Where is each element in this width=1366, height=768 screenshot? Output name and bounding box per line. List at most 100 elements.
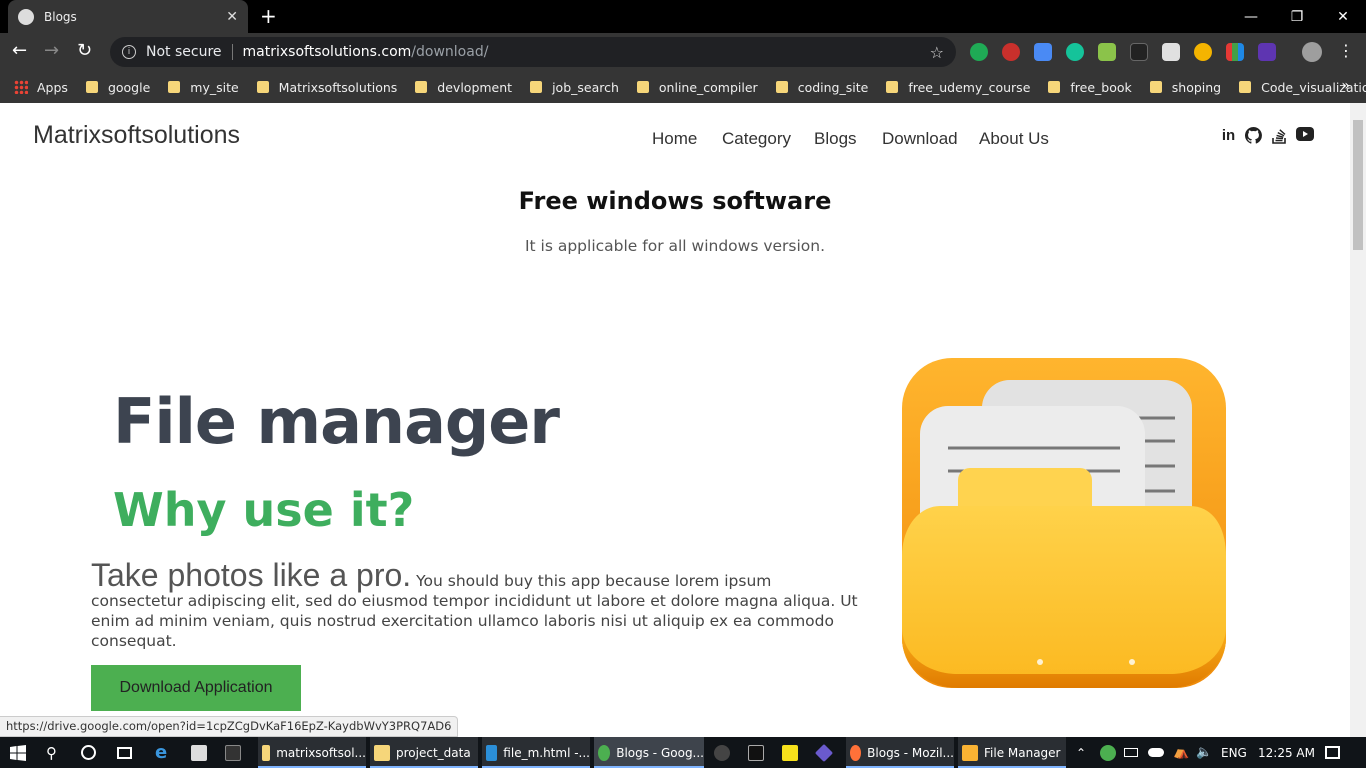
file-manager-app-icon (900, 356, 1228, 694)
taskbar-app-chrome[interactable]: Blogs - Goog... (594, 737, 704, 768)
wifi-icon[interactable]: ⛺ (1173, 737, 1189, 768)
restore-icon[interactable]: ❐ (1274, 0, 1320, 33)
terminal-icon[interactable] (225, 737, 247, 768)
bookmark-item[interactable]: devlopment (415, 80, 512, 95)
apps-grid-icon (14, 80, 28, 94)
action-center-icon[interactable] (1325, 737, 1340, 768)
cortana-icon[interactable] (81, 737, 96, 768)
taskbar-app-file-manager[interactable]: File Manager (958, 737, 1066, 768)
folder-icon (530, 81, 543, 93)
mail-app-icon[interactable] (191, 737, 213, 768)
task-view-icon[interactable] (117, 737, 132, 768)
linkedin-icon[interactable]: in (1220, 127, 1237, 144)
bookmark-item[interactable]: free_udemy_course (886, 80, 1030, 95)
bookmark-apps[interactable]: Apps (14, 80, 68, 95)
sticky-notes-icon[interactable] (782, 737, 804, 768)
bookmark-item[interactable]: free_book (1048, 79, 1132, 95)
start-button[interactable] (10, 737, 26, 768)
stackoverflow-icon[interactable] (1271, 127, 1288, 144)
cmd-icon[interactable] (748, 737, 770, 768)
nav-home[interactable]: Home (652, 129, 697, 149)
folder-icon (886, 81, 899, 93)
bookmark-label: shoping (1171, 79, 1222, 95)
taskbar-app-firefox[interactable]: Blogs - Mozil... (846, 737, 954, 768)
extension-translate-icon[interactable] (1034, 43, 1052, 61)
bookmark-item[interactable]: Matrixsoftsolutions (256, 80, 397, 95)
why-heading: Why use it? (113, 483, 415, 537)
forward-icon[interactable]: → (44, 41, 59, 61)
section-title: Free windows software (518, 187, 832, 215)
tray-chrome-icon[interactable] (1100, 737, 1122, 768)
security-label: Not secure (146, 44, 222, 60)
menu-kebab-icon[interactable]: ⋮ (1338, 41, 1354, 61)
github-icon[interactable] (1244, 127, 1262, 144)
maps-icon[interactable] (714, 737, 736, 768)
browser-tab-blogs[interactable]: Blogs ✕ (8, 0, 248, 33)
edge-icon[interactable]: e (155, 737, 167, 768)
bookmark-item[interactable]: google (85, 80, 150, 95)
download-application-button[interactable]: Download Application (91, 665, 301, 711)
firefox-icon (850, 744, 862, 761)
taskbar-app-explorer-1[interactable]: matrixsoftsol... (258, 737, 366, 768)
vscode-icon (486, 744, 498, 761)
battery-icon[interactable] (1124, 737, 1138, 768)
reload-icon[interactable]: ↻ (77, 41, 92, 61)
nav-blogs[interactable]: Blogs (814, 129, 857, 149)
bookmark-item[interactable]: coding_site (775, 80, 868, 95)
extension-speed-icon[interactable] (1194, 43, 1212, 61)
tray-overflow-icon[interactable]: ⌃ (1076, 737, 1086, 768)
window-close-icon[interactable]: ✕ (1320, 0, 1366, 33)
extension-box-icon[interactable] (1130, 43, 1148, 61)
extension-grammarly-icon[interactable] (1066, 43, 1084, 61)
bookmark-label: devlopment (437, 79, 513, 95)
new-tab-button[interactable]: + (260, 4, 277, 28)
youtube-icon[interactable] (1296, 127, 1314, 144)
taskbar-app-explorer-2[interactable]: project_data (370, 737, 478, 768)
info-icon[interactable]: i (122, 45, 136, 59)
taskbar-app-vscode[interactable]: file_m.html -... (482, 737, 590, 768)
site-brand[interactable]: Matrixsoftsolutions (33, 121, 240, 150)
extension-printer-icon[interactable] (1162, 43, 1180, 61)
app-description: Take photos like a pro. You should buy t… (91, 559, 861, 651)
language-indicator[interactable]: ENG (1221, 737, 1247, 768)
extension-mail-icon[interactable] (1098, 43, 1116, 61)
volume-icon[interactable]: 🔈 (1196, 737, 1212, 768)
bookmark-item[interactable]: online_compiler (636, 80, 758, 95)
bookmark-label: job_search (552, 79, 619, 95)
scrollbar-thumb[interactable] (1353, 120, 1363, 250)
profile-avatar[interactable] (1302, 42, 1322, 62)
onedrive-icon[interactable] (1148, 737, 1164, 768)
vertical-scrollbar[interactable] (1350, 103, 1366, 737)
folder-icon (775, 81, 788, 93)
address-bar[interactable]: i Not secure matrixsoftsolutions.com /do… (110, 37, 956, 67)
extension-palette-icon[interactable] (1226, 43, 1244, 61)
bookmark-item[interactable]: job_search (530, 80, 619, 95)
tab-close-icon[interactable]: ✕ (226, 9, 238, 25)
extension-hangouts-icon[interactable] (970, 43, 988, 61)
search-icon[interactable]: ⚲ (46, 737, 57, 768)
folder-icon (374, 744, 390, 761)
nav-download[interactable]: Download (882, 129, 958, 149)
nav-about-us[interactable]: About Us (979, 129, 1049, 149)
minimize-icon[interactable]: — (1228, 0, 1274, 33)
nav-category[interactable]: Category (722, 129, 791, 149)
extension-adblock-icon[interactable] (1002, 43, 1020, 61)
browser-toolbar: ← → ↻ i Not secure matrixsoftsolutions.c… (0, 33, 1366, 71)
bookmark-item[interactable]: shoping (1149, 79, 1222, 95)
git-icon[interactable] (814, 737, 838, 768)
bookmarks-bar: Apps google my_site Matrixsoftsolutions … (0, 71, 1366, 103)
back-icon[interactable]: ← (12, 41, 27, 61)
extension-ia-icon[interactable] (1258, 43, 1276, 61)
clock[interactable]: 12:25 AM (1258, 737, 1315, 768)
taskbar-label: File Manager (984, 745, 1061, 760)
taskbar-label: matrixsoftsol... (276, 745, 366, 760)
browser-tab-strip: Blogs ✕ + — ❐ ✕ (0, 0, 1366, 33)
tab-title: Blogs (44, 9, 77, 24)
bookmark-item[interactable]: my_site (168, 80, 239, 95)
url-host: matrixsoftsolutions.com (242, 44, 412, 60)
taskbar-label: project_data (396, 745, 471, 760)
bookmark-star-icon[interactable]: ☆ (930, 43, 944, 62)
bookmarks-overflow-icon[interactable]: » (1341, 78, 1350, 94)
bookmark-label: free_book (1070, 79, 1132, 95)
section-subtitle: It is applicable for all windows version… (524, 237, 826, 255)
